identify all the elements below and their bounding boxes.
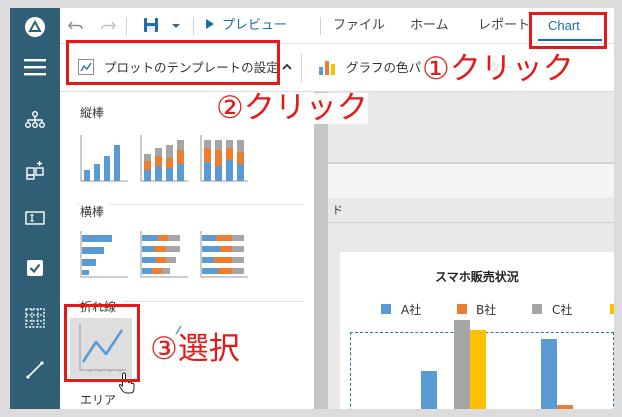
section-label-column: 縦棒 bbox=[80, 106, 105, 120]
highlight-line-template bbox=[64, 304, 140, 382]
preview-label: プレビュー bbox=[222, 18, 288, 33]
ribbon-separator bbox=[301, 54, 302, 82]
legend-swatch-b bbox=[457, 304, 467, 314]
graph-color-icon bbox=[318, 58, 336, 80]
chart-bar bbox=[541, 339, 557, 409]
legend-swatch-a bbox=[381, 304, 391, 314]
chart-bar bbox=[557, 405, 573, 409]
toolbar-separator bbox=[320, 17, 321, 35]
section-label-area: エリア bbox=[80, 393, 117, 407]
template-bar-clustered[interactable] bbox=[78, 228, 130, 280]
undo-icon[interactable] bbox=[68, 8, 84, 44]
text-field-icon[interactable] bbox=[23, 206, 47, 230]
annotation-step2: ②クリック bbox=[216, 90, 368, 126]
template-column-clustered[interactable] bbox=[78, 132, 130, 184]
preview-button[interactable]: プレビュー bbox=[206, 8, 287, 44]
template-column-100-stacked[interactable] bbox=[198, 132, 250, 184]
highlight-chart-tab bbox=[529, 12, 607, 49]
chart-title: スマホ販売状況 bbox=[435, 270, 519, 284]
canvas-partial-text: ド bbox=[332, 204, 343, 217]
hierarchy-icon[interactable] bbox=[23, 108, 47, 132]
template-column-stacked[interactable] bbox=[138, 132, 190, 184]
chart-bar bbox=[454, 320, 470, 409]
save-icon[interactable] bbox=[143, 8, 159, 44]
line-tool-icon[interactable] bbox=[23, 358, 47, 382]
graph-color-button[interactable]: グラフの色パ bbox=[346, 57, 421, 76]
canvas-band bbox=[328, 164, 614, 198]
chevron-up-icon[interactable] bbox=[280, 59, 294, 78]
save-dropdown-chevron-icon[interactable] bbox=[171, 8, 181, 44]
canvas-divider bbox=[328, 222, 614, 223]
redo-icon[interactable] bbox=[100, 8, 116, 44]
tab-report[interactable]: レポート bbox=[478, 8, 530, 44]
toolbar-separator bbox=[193, 17, 194, 35]
add-grid-icon[interactable] bbox=[23, 158, 47, 182]
template-bar-stacked[interactable] bbox=[138, 228, 190, 280]
app-logo-icon[interactable] bbox=[23, 15, 47, 39]
checkbox-icon[interactable] bbox=[23, 256, 47, 280]
chart-legend: A社 B社 C社 bbox=[354, 301, 614, 321]
legend-swatch-c bbox=[532, 304, 542, 314]
chart-bar bbox=[470, 330, 486, 409]
template-bar-100-stacked[interactable] bbox=[198, 228, 250, 280]
toolbar-separator bbox=[126, 17, 127, 35]
table-grid-icon[interactable] bbox=[23, 306, 47, 330]
app-window: プレビュー ファイル ホーム レポート Chart プロットのテンプレートの設定… bbox=[10, 8, 614, 409]
annotation-step3: ③選択 bbox=[150, 331, 240, 367]
chart-preview[interactable]: スマホ販売状況 A社 B社 C社 bbox=[340, 252, 614, 409]
annotation-step1: ①クリック bbox=[422, 51, 574, 87]
hamburger-menu-icon[interactable] bbox=[23, 55, 47, 79]
highlight-plot-template bbox=[66, 40, 280, 85]
section-label-bar: 横棒 bbox=[80, 203, 111, 220]
tab-home[interactable]: ホーム bbox=[410, 8, 449, 44]
legend-swatch-d bbox=[610, 304, 614, 314]
play-icon bbox=[206, 19, 214, 29]
chart-bar bbox=[421, 371, 437, 409]
legend-label-a: A社 bbox=[401, 303, 422, 317]
panel-scrollbar[interactable] bbox=[314, 92, 328, 409]
left-sidebar bbox=[10, 8, 60, 409]
legend-label-c: C社 bbox=[552, 303, 573, 317]
legend-label-b: B社 bbox=[476, 303, 497, 317]
tab-file[interactable]: ファイル bbox=[333, 8, 385, 44]
section-divider bbox=[78, 204, 304, 205]
